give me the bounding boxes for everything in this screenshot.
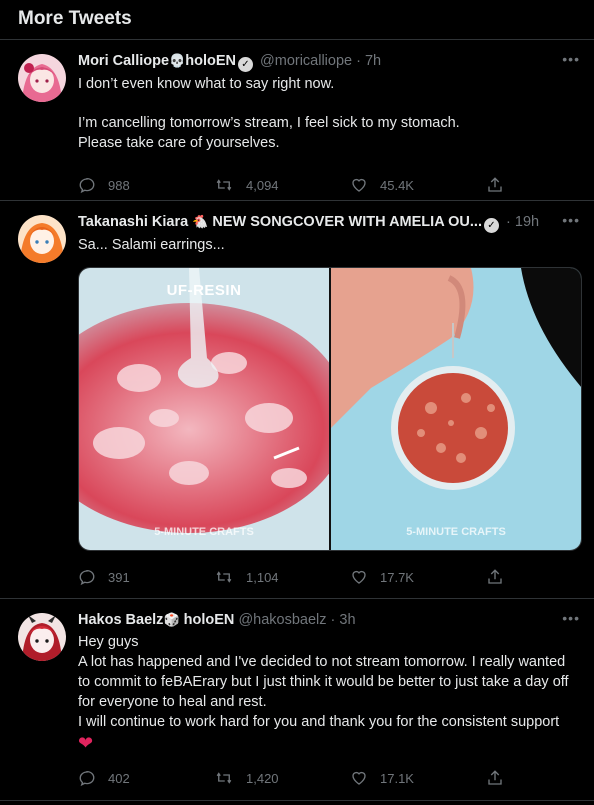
retweet-count: 1,420 <box>246 770 279 786</box>
heart-icon <box>352 771 366 785</box>
share-icon <box>488 569 502 584</box>
retweet-count: 1,104 <box>246 569 279 585</box>
more-options-icon[interactable]: ••• <box>562 611 580 625</box>
reply-count: 391 <box>108 569 130 585</box>
display-name-suffix[interactable]: holoEN <box>184 612 235 628</box>
verified-badge-icon: ✓ <box>484 218 499 233</box>
media-image-resin[interactable]: UF-RESIN 5-MINUTE CRAFTS <box>79 268 329 550</box>
share-button[interactable] <box>486 568 516 586</box>
like-count: 17.7K <box>380 569 414 585</box>
like-count: 45.4K <box>380 177 414 193</box>
dice-emoji: 🎲 <box>163 613 180 628</box>
avatar[interactable] <box>18 54 66 102</box>
timestamp[interactable]: · 3h <box>331 612 356 628</box>
tweet-actions: 988 4,094 45.4K <box>78 165 578 205</box>
section-title: More Tweets <box>18 8 132 29</box>
tweet-card[interactable]: ••• Hakos Baelz🎲 holoEN @hakosbaelz · 3h… <box>0 599 594 801</box>
reply-count: 988 <box>108 177 130 193</box>
display-name[interactable]: Takanashi Kiara <box>78 214 188 230</box>
share-icon <box>488 770 502 785</box>
share-button[interactable] <box>486 769 516 787</box>
avatar[interactable] <box>18 613 66 661</box>
reply-icon <box>79 177 95 194</box>
display-name-suffix[interactable]: NEW SONGCOVER WITH AMELIA OU... <box>212 214 482 230</box>
tweet-line: Please take care of yourselves. <box>78 135 280 151</box>
like-button[interactable]: 17.1K <box>350 769 486 787</box>
reply-button[interactable]: 402 <box>78 769 214 787</box>
chicken-emoji: 🐔 <box>192 215 209 230</box>
retweet-icon <box>216 571 232 583</box>
verified-badge-icon: ✓ <box>237 57 253 72</box>
reply-icon <box>79 569 95 586</box>
tweet-card[interactable]: ••• Mori Calliope💀holoEN ✓ @moricalliope … <box>0 40 594 201</box>
like-button[interactable]: 17.7K <box>350 568 486 586</box>
tweet-line: I will continue to work hard for you and… <box>78 714 560 730</box>
tweet-line: I’m cancelling tomorrow’s stream, I feel… <box>78 115 460 131</box>
display-name[interactable]: Mori Calliope <box>78 53 169 69</box>
timestamp[interactable]: · 7h <box>356 53 381 69</box>
tweet-text: Sa... Salami earrings... <box>78 235 578 255</box>
reply-count: 402 <box>108 770 130 786</box>
retweet-count: 4,094 <box>246 177 279 193</box>
share-button[interactable] <box>486 176 516 194</box>
tweet-actions: 391 1,104 17.7K <box>78 557 578 597</box>
handle[interactable]: @moricalliope <box>260 53 352 69</box>
media-caption: UF-RESIN <box>166 282 242 299</box>
avatar[interactable] <box>18 215 66 263</box>
tweet-actions: 402 1,420 17.1K <box>78 758 578 798</box>
tweet-text: Hey guys A lot has happened and I've dec… <box>78 632 578 754</box>
reply-button[interactable]: 988 <box>78 176 214 194</box>
tweet-line: Sa... Salami earrings... <box>78 237 225 253</box>
share-icon <box>488 177 502 192</box>
more-options-icon[interactable]: ••• <box>562 213 580 227</box>
tweet-text: I don’t even know what to say right now.… <box>78 74 578 153</box>
display-name[interactable]: Hakos Baelz <box>78 612 163 628</box>
more-options-icon[interactable]: ••• <box>562 52 580 66</box>
tweet-header: Hakos Baelz🎲 holoEN @hakosbaelz · 3h <box>78 611 578 630</box>
tweet-card[interactable]: ••• Takanashi Kiara 🐔 NEW SONGCOVER WITH… <box>0 201 594 599</box>
retweet-button[interactable]: 1,104 <box>214 568 350 586</box>
media-watermark: 5-MINUTE CRAFTS <box>406 526 506 538</box>
timestamp[interactable]: · 19h <box>506 214 539 230</box>
more-tweets-panel: More Tweets ••• Mori Calliope💀holoEN ✓ @m… <box>0 0 594 805</box>
retweet-button[interactable]: 1,420 <box>214 769 350 787</box>
tweet-line: Hey guys <box>78 634 139 650</box>
media-watermark: 5-MINUTE CRAFTS <box>154 526 254 538</box>
like-count: 17.1K <box>380 770 414 786</box>
display-name-suffix[interactable]: holoEN <box>185 53 236 69</box>
retweet-button[interactable]: 4,094 <box>214 176 350 194</box>
tweet-header: Mori Calliope💀holoEN ✓ @moricalliope · 7h <box>78 52 578 72</box>
tweet-line: I don’t even know what to say right now. <box>78 76 335 92</box>
tweet-media[interactable]: UF-RESIN 5-MINUTE CRAFTS 5-MINUTE CRAFTS <box>78 267 582 551</box>
retweet-icon <box>216 772 232 784</box>
retweet-icon <box>216 179 232 191</box>
skull-emoji: 💀 <box>169 54 186 69</box>
reply-icon <box>79 770 95 787</box>
media-image-earring[interactable]: 5-MINUTE CRAFTS <box>331 268 581 550</box>
heart-icon <box>352 570 366 584</box>
section-header: More Tweets <box>0 0 594 40</box>
heart-icon <box>352 178 366 192</box>
reply-button[interactable]: 391 <box>78 568 214 586</box>
red-heart-emoji: ❤ <box>78 733 94 753</box>
like-button[interactable]: 45.4K <box>350 176 486 194</box>
tweet-line: A lot has happened and I've decided to n… <box>78 654 569 710</box>
tweet-header: Takanashi Kiara 🐔 NEW SONGCOVER WITH AME… <box>78 213 578 233</box>
handle[interactable]: @hakosbaelz <box>238 612 326 628</box>
